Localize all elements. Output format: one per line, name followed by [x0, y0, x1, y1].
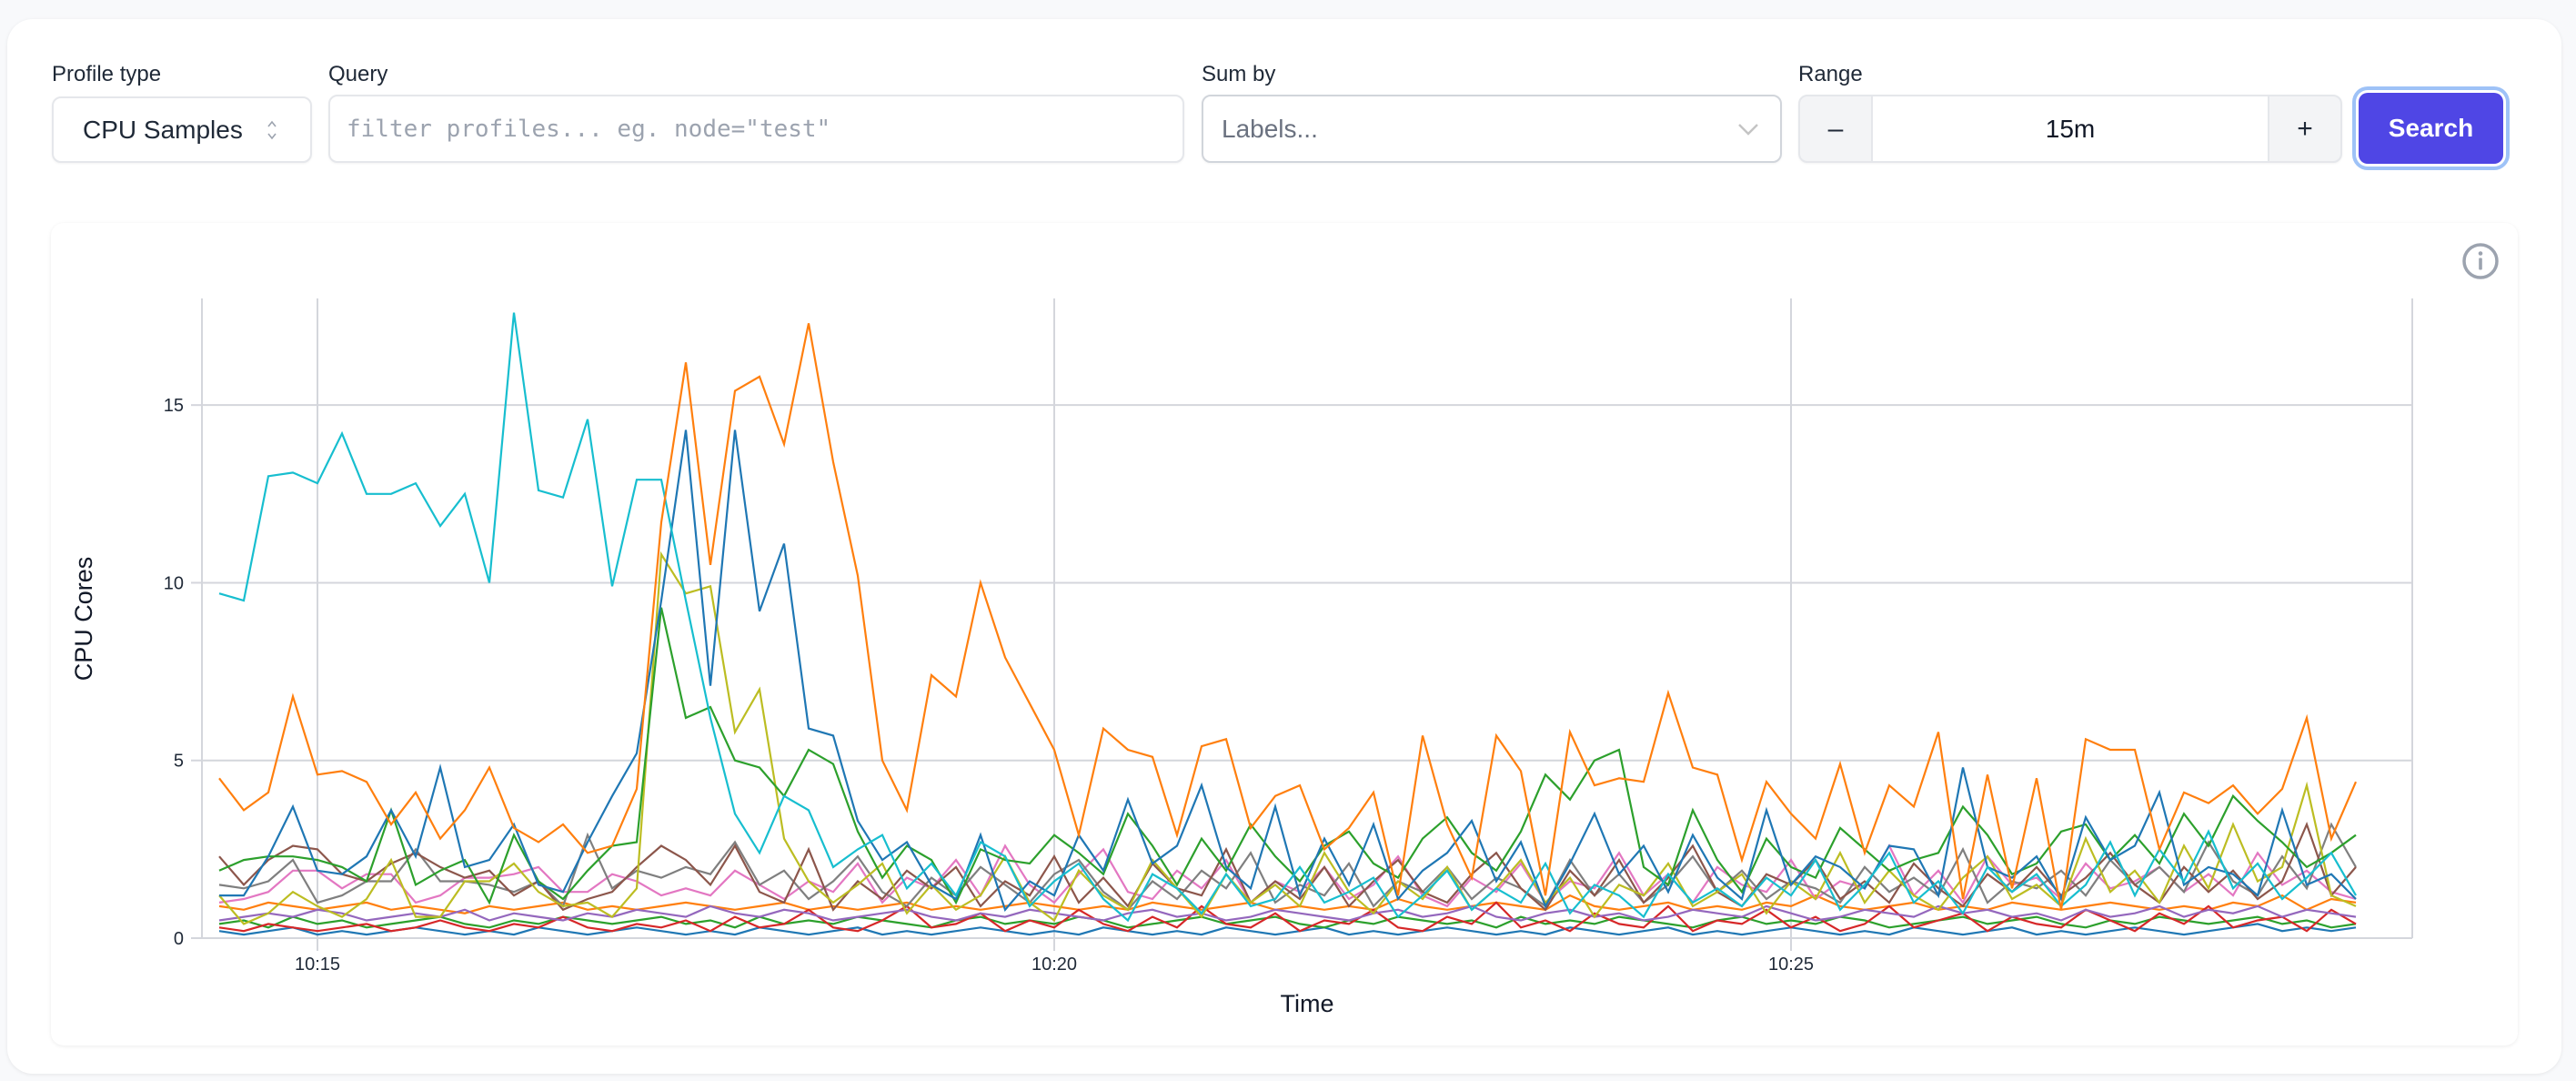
y-axis-title: CPU Cores	[70, 557, 97, 682]
series-orange-line	[218, 323, 2358, 911]
y-tick-label: 15	[164, 396, 184, 416]
chart-grid	[202, 298, 2413, 938]
y-tick-label: 0	[174, 929, 184, 949]
series-blue-low-line	[218, 923, 2357, 936]
y-tick-label: 10	[164, 573, 184, 593]
x-tick-label: 10:20	[1031, 955, 1077, 975]
series-blue-line	[219, 429, 2357, 912]
x-tick-label: 10:15	[295, 955, 340, 975]
series-cyan-line	[218, 312, 2357, 923]
x-tick-label: 10:25	[1768, 955, 1814, 975]
y-tick-label: 5	[174, 752, 184, 772]
cpu-cores-line-chart: 0 5 10 15 10:15 10:20 10:25 CPU Cores Time	[70, 298, 2413, 1017]
x-axis-title: Time	[1281, 990, 1334, 1017]
